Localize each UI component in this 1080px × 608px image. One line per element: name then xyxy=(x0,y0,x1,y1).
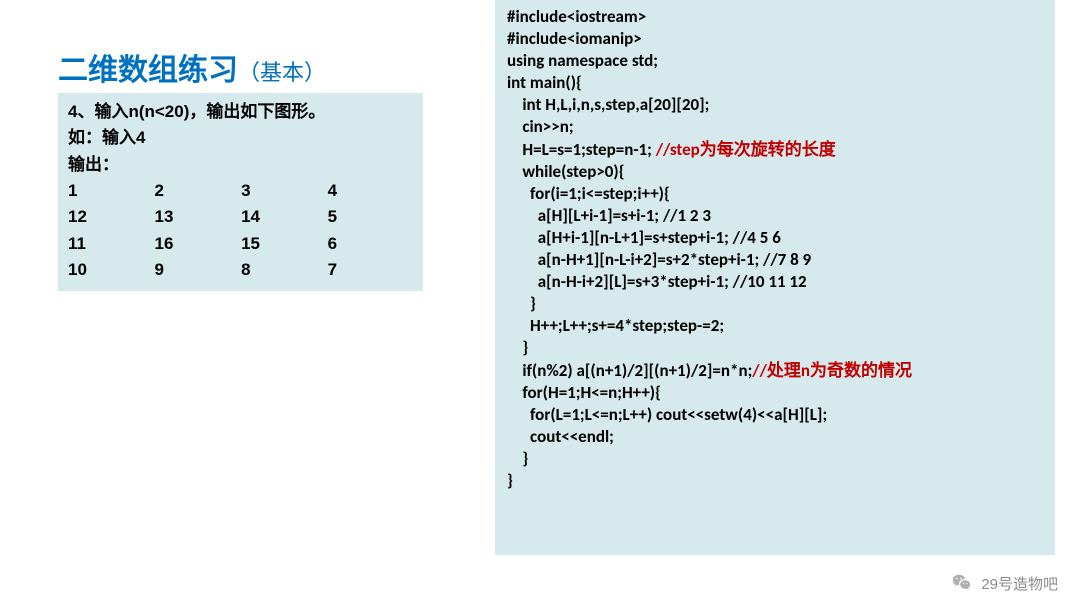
cell: 6 xyxy=(328,231,413,257)
cell: 2 xyxy=(155,178,242,204)
cell: 14 xyxy=(241,204,328,230)
cell: 12 xyxy=(68,204,155,230)
problem-statement-3: 输出： xyxy=(68,152,413,178)
cell: 3 xyxy=(241,178,328,204)
output-grid: 1 2 3 4 12 13 14 5 11 16 15 6 10 9 8 7 xyxy=(68,178,413,283)
code-line: for(L=1;L<=n;L++) cout<<setw(4)<<a[H][L]… xyxy=(507,404,827,425)
cell: 10 xyxy=(68,257,155,283)
code-line: for(H=1;H<=n;H++){ xyxy=(507,382,661,403)
cell: 13 xyxy=(155,204,242,230)
cell: 11 xyxy=(68,231,155,257)
cell: 16 xyxy=(155,231,242,257)
footer-label: 29号造物吧 xyxy=(981,573,1058,594)
table-row: 12 13 14 5 xyxy=(68,204,413,230)
code-line: cin>>n; xyxy=(507,116,574,137)
code-line: a[n-H+1][n-L-i+2]=s+2*step+i-1; //7 8 9 xyxy=(507,249,811,270)
code-comment: //step为每次旋转的长度 xyxy=(656,139,836,160)
code-line: } xyxy=(507,293,536,314)
page-title: 二维数组练习（基本） xyxy=(58,45,326,89)
cell: 7 xyxy=(328,257,413,283)
code-line: a[n-H-i+2][L]=s+3*step+i-1; //10 11 12 xyxy=(507,271,807,292)
footer: 29号造物吧 xyxy=(951,572,1058,594)
code-line: #include<iostream> xyxy=(507,6,646,27)
problem-statement-1: 4、输入n(n<20)，输出如下图形。 xyxy=(68,99,413,125)
problem-box: 4、输入n(n<20)，输出如下图形。 如：输入4 输出： 1 2 3 4 12… xyxy=(58,93,423,291)
code-line: a[H][L+i-1]=s+i-1; //1 2 3 xyxy=(507,205,711,226)
cell: 4 xyxy=(328,178,413,204)
table-row: 10 9 8 7 xyxy=(68,257,413,283)
code-line: while(step>0){ xyxy=(507,161,625,182)
problem-statement-2: 如：输入4 xyxy=(68,125,413,151)
code-line: if(n%2) a[(n+1)/2][(n+1)/2]=n*n; xyxy=(507,360,752,381)
table-row: 11 16 15 6 xyxy=(68,231,413,257)
cell: 1 xyxy=(68,178,155,204)
code-line: a[H+i-1][n-L+1]=s+step+i-1; //4 5 6 xyxy=(507,227,781,248)
cell: 15 xyxy=(241,231,328,257)
code-line: } xyxy=(507,448,528,469)
table-row: 1 2 3 4 xyxy=(68,178,413,204)
code-line: H=L=s=1;step=n-1; xyxy=(507,139,656,160)
code-box: #include<iostream> #include<iomanip> usi… xyxy=(495,0,1055,555)
code-line: } xyxy=(507,470,513,491)
cell: 8 xyxy=(241,257,328,283)
cell: 9 xyxy=(155,257,242,283)
code-line: #include<iomanip> xyxy=(507,28,642,49)
code-line: for(i=1;i<=step;i++){ xyxy=(507,183,670,204)
code-line: } xyxy=(507,337,528,358)
cell: 5 xyxy=(328,204,413,230)
code-line: int H,L,i,n,s,step,a[20][20]; xyxy=(507,94,709,115)
title-sub: （基本） xyxy=(238,60,326,85)
code-line: using namespace std; xyxy=(507,50,658,71)
code-line: int main(){ xyxy=(507,72,582,93)
code-comment: //处理n为奇数的情况 xyxy=(752,360,912,381)
wechat-icon xyxy=(951,572,973,594)
code-line: cout<<endl; xyxy=(507,426,614,447)
code-line: H++;L++;s+=4*step;step-=2; xyxy=(507,315,724,336)
title-main: 二维数组练习 xyxy=(58,54,238,87)
